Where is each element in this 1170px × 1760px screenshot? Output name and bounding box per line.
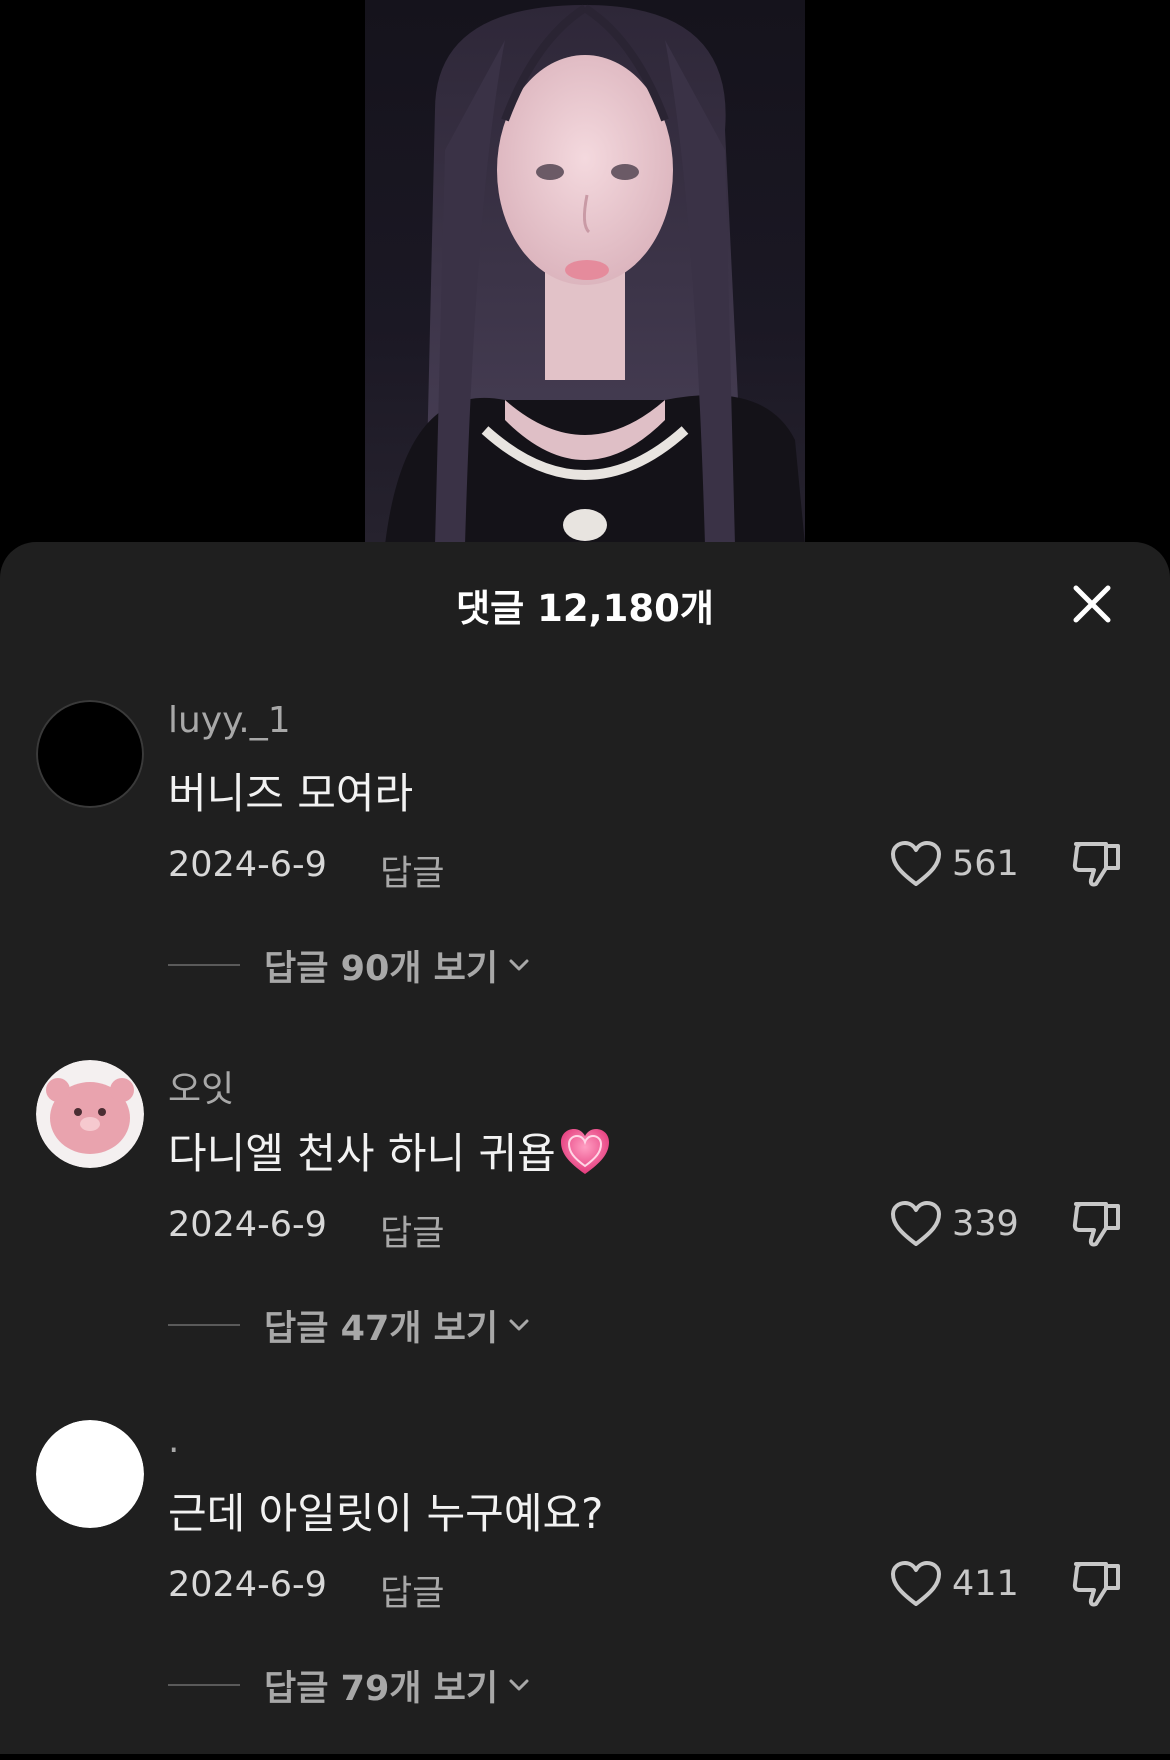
comments-title: 댓글 12,180개 xyxy=(456,587,714,630)
comment-item: luyy._1 버니즈 모여라 2024-6-9 답글 561 답글 90개 보… xyxy=(0,700,1170,1040)
comment-username[interactable]: 오잇 xyxy=(168,1060,234,1112)
comment-date: 2024-6-9 xyxy=(168,845,327,885)
like-button[interactable]: 339 xyxy=(890,1196,1019,1252)
comment-date: 2024-6-9 xyxy=(168,1205,327,1245)
chevron-down-icon xyxy=(509,1679,529,1691)
comment-item: 오잇 다니엘 천사 하니 귀욥 2024-6-9 답글 339 답글 47개 보… xyxy=(0,1060,1170,1400)
chevron-down-icon xyxy=(509,1319,529,1331)
comment-text: 다니엘 천사 하니 귀욥 xyxy=(168,1120,612,1188)
divider-line xyxy=(168,1324,240,1326)
comments-sheet: 댓글 12,180개 luyy._1 버니즈 모여라 2024-6-9 답글 5… xyxy=(0,542,1170,1754)
heart-icon xyxy=(891,1561,941,1606)
thumbs-down-icon xyxy=(1072,842,1120,887)
view-replies-label: 답글 47개 보기 xyxy=(264,1308,499,1349)
chevron-down-icon xyxy=(509,959,529,971)
close-icon xyxy=(1073,585,1111,623)
comment-text: 버니즈 모여라 xyxy=(168,769,414,818)
like-count: 561 xyxy=(952,844,1019,884)
like-count: 339 xyxy=(952,1204,1019,1244)
comment-text: 근데 아일릿이 누구예요? xyxy=(168,1489,604,1538)
video-thumbnail[interactable] xyxy=(365,0,805,545)
reply-button[interactable]: 답글 xyxy=(380,1205,444,1256)
comment-text-content: 다니엘 천사 하니 귀욥 xyxy=(168,1129,556,1178)
view-replies-label: 답글 79개 보기 xyxy=(264,1668,499,1709)
like-count: 411 xyxy=(952,1564,1019,1604)
comment-username[interactable]: . xyxy=(168,1420,179,1461)
view-replies-label: 답글 90개 보기 xyxy=(264,948,499,989)
pink-plush-avatar xyxy=(36,1060,144,1168)
reply-button[interactable]: 답글 xyxy=(380,1565,444,1616)
divider-line xyxy=(168,1684,240,1686)
dislike-button[interactable] xyxy=(1070,836,1126,892)
comment-username[interactable]: luyy._1 xyxy=(168,700,291,741)
divider-line xyxy=(168,964,240,966)
avatar[interactable] xyxy=(36,1060,144,1168)
dislike-button[interactable] xyxy=(1070,1556,1126,1612)
comment-date: 2024-6-9 xyxy=(168,1565,327,1605)
comment-item: . 근데 아일릿이 누구예요? 2024-6-9 답글 411 답글 79개 보… xyxy=(0,1420,1170,1760)
view-replies-button[interactable]: 답글 47개 보기 xyxy=(168,1300,532,1350)
thumbs-down-icon xyxy=(1072,1562,1120,1607)
reply-button[interactable]: 답글 xyxy=(380,845,444,896)
heart-icon xyxy=(891,1201,941,1246)
view-replies-button[interactable]: 답글 90개 보기 xyxy=(168,940,532,990)
close-button[interactable] xyxy=(1068,580,1116,628)
view-replies-button[interactable]: 답글 79개 보기 xyxy=(168,1660,532,1710)
dislike-button[interactable] xyxy=(1070,1196,1126,1252)
heart-icon xyxy=(891,841,941,886)
thumbs-down-icon xyxy=(1072,1202,1120,1247)
pink-heart-emoji xyxy=(558,1126,612,1188)
white-circle-avatar xyxy=(36,1420,144,1528)
like-button[interactable]: 411 xyxy=(890,1556,1019,1612)
avatar[interactable] xyxy=(36,700,144,808)
avatar[interactable] xyxy=(36,1420,144,1528)
video-thumbnail-image xyxy=(385,4,805,545)
video-preview-area[interactable] xyxy=(0,0,1170,545)
black-circle-avatar xyxy=(36,700,144,808)
like-button[interactable]: 561 xyxy=(890,836,1019,892)
